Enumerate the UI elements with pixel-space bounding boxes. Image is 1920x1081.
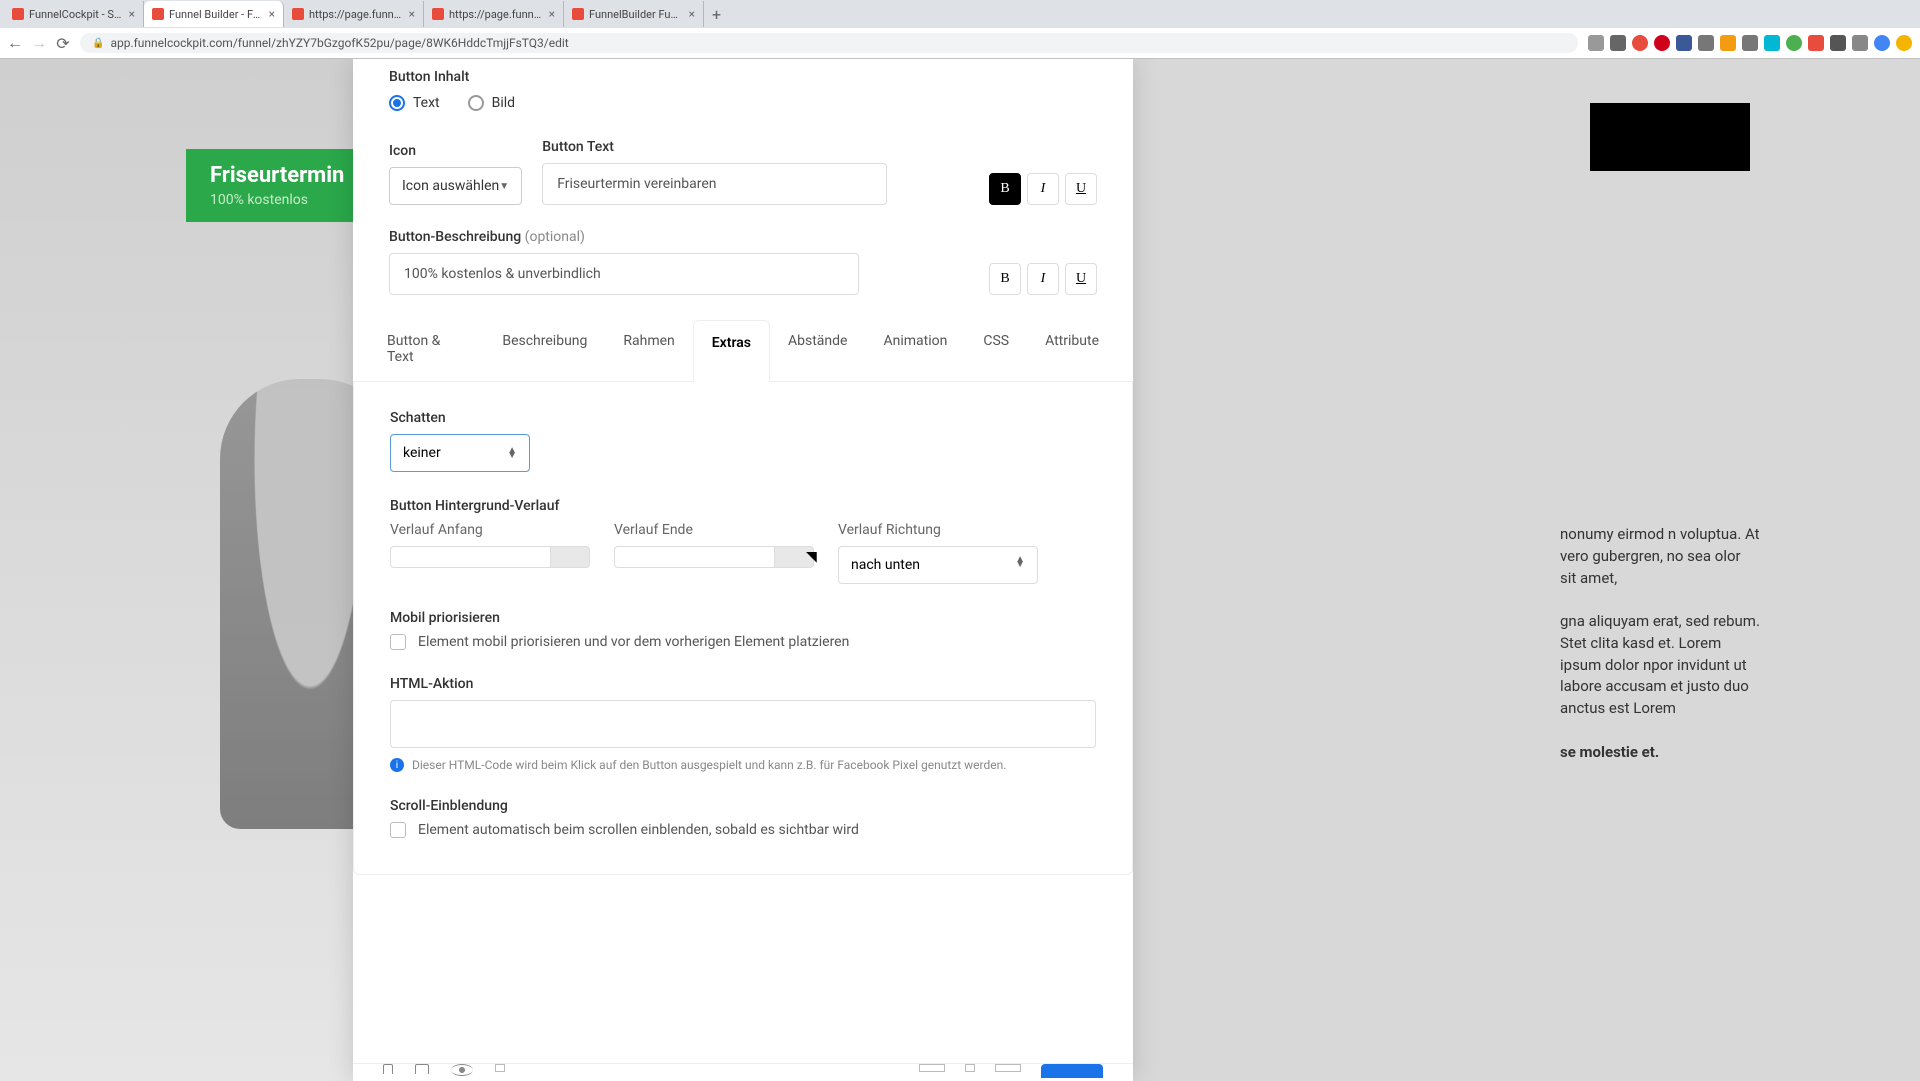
save-button[interactable] [1041, 1064, 1103, 1078]
ext-icon[interactable] [1588, 35, 1604, 51]
mobil-check-label: Element mobil priorisieren und vor dem v… [418, 634, 849, 650]
radio-icon [389, 95, 405, 111]
square-icon[interactable] [495, 1064, 505, 1072]
button-inhalt-label: Button Inhalt [389, 69, 1097, 85]
close-icon[interactable]: × [549, 7, 555, 21]
info-icon: i [390, 758, 404, 772]
mobil-checkbox[interactable] [390, 634, 406, 650]
html-action-input[interactable] [390, 700, 1096, 748]
background-text: nonumy eirmod n voluptua. At vero guberg… [1560, 524, 1760, 763]
gradient-label: Button Hintergrund-Verlauf [390, 498, 1096, 514]
ext-icon[interactable] [1764, 35, 1780, 51]
radio-icon [468, 95, 484, 111]
url-input[interactable]: 🔒app.funnelcockpit.com/funnel/zhYZY7bGzg… [80, 33, 1578, 53]
tab-css[interactable]: CSS [965, 319, 1027, 381]
close-icon[interactable]: × [409, 7, 415, 21]
bold-button[interactable]: B [989, 173, 1021, 205]
lock-icon: 🔒 [92, 38, 104, 49]
ext-icon[interactable] [1874, 35, 1890, 51]
grad-dir-select[interactable]: nach unten ▲▼ [838, 546, 1038, 584]
ext-icon[interactable] [1786, 35, 1802, 51]
reload-icon[interactable]: ⟳ [56, 36, 70, 50]
close-icon[interactable]: × [689, 7, 695, 21]
italic-button[interactable]: I [1027, 263, 1059, 295]
italic-button[interactable]: I [1027, 173, 1059, 205]
grad-start-label: Verlauf Anfang [390, 522, 590, 538]
background-video [1590, 103, 1750, 171]
square-icon[interactable] [965, 1064, 975, 1072]
radio-text[interactable]: Text [389, 95, 440, 111]
ext-icon[interactable] [1830, 35, 1846, 51]
preview-icon[interactable] [451, 1064, 473, 1076]
ext-icon[interactable] [1632, 35, 1648, 51]
underline-button[interactable]: U [1065, 173, 1097, 205]
tab-beschreibung[interactable]: Beschreibung [484, 319, 605, 381]
mobile-icon[interactable] [383, 1064, 393, 1074]
browser-tab[interactable]: FunnelBuilder Funktionen & Ei× [564, 1, 704, 27]
back-icon[interactable]: ← [8, 36, 22, 50]
scroll-label: Scroll-Einblendung [390, 798, 1096, 814]
browser-tab[interactable]: Funnel Builder - FunnelCockpit× [144, 1, 284, 27]
tab-abstaende[interactable]: Abstände [770, 319, 865, 381]
color-swatch[interactable] [550, 546, 590, 568]
mobil-label: Mobil priorisieren [390, 610, 1096, 626]
new-tab-button[interactable]: + [704, 5, 729, 24]
radio-bild[interactable]: Bild [468, 95, 515, 111]
ext-icon[interactable] [1654, 35, 1670, 51]
schatten-select[interactable]: keiner ▲▼ [390, 434, 530, 472]
html-info-text: Dieser HTML-Code wird beim Klick auf den… [412, 758, 1006, 772]
ext-icon[interactable] [1720, 35, 1736, 51]
settings-modal: Button Inhalt Text Bild Icon Icon auswäh… [353, 59, 1133, 1081]
cursor-icon: ◥ [806, 549, 817, 565]
updown-icon: ▲▼ [1015, 557, 1025, 573]
html-action-label: HTML-Aktion [390, 676, 1096, 692]
close-icon[interactable]: × [269, 7, 275, 21]
square-icon[interactable] [919, 1064, 945, 1072]
bold-button[interactable]: B [989, 263, 1021, 295]
tab-button-text[interactable]: Button & Text [369, 319, 484, 381]
chevron-down-icon: ▼ [499, 181, 509, 192]
ext-icon[interactable] [1808, 35, 1824, 51]
ext-icon[interactable] [1852, 35, 1868, 51]
ext-icon[interactable] [1676, 35, 1692, 51]
address-bar: ← → ⟳ 🔒app.funnelcockpit.com/funnel/zhYZ… [0, 28, 1920, 58]
forward-icon[interactable]: → [32, 36, 46, 50]
scroll-checkbox[interactable] [390, 822, 406, 838]
browser-chrome: FunnelCockpit - Splittests, Ma× Funnel B… [0, 0, 1920, 59]
schatten-label: Schatten [390, 410, 1096, 426]
tab-rahmen[interactable]: Rahmen [605, 319, 692, 381]
icon-label: Icon [389, 143, 522, 159]
grad-end-input[interactable] [614, 546, 814, 568]
tab-animation[interactable]: Animation [865, 319, 965, 381]
ext-icon[interactable] [1896, 35, 1912, 51]
ext-icon[interactable] [1742, 35, 1758, 51]
browser-tab[interactable]: https://page.funnelcockpit.co× [284, 1, 424, 27]
grad-start-input[interactable] [390, 546, 590, 568]
tab-extras[interactable]: Extras [693, 320, 770, 382]
underline-button[interactable]: U [1065, 263, 1097, 295]
modal-footer [353, 1063, 1133, 1081]
tablet-icon[interactable] [415, 1064, 429, 1074]
square-icon[interactable] [995, 1064, 1021, 1072]
icon-select[interactable]: Icon auswählen▼ [389, 167, 522, 205]
grad-dir-label: Verlauf Richtung [838, 522, 1038, 538]
description-input[interactable] [389, 253, 859, 295]
close-icon[interactable]: × [129, 7, 135, 21]
ext-icon[interactable] [1610, 35, 1626, 51]
grad-end-label: Verlauf Ende [614, 522, 814, 538]
browser-tabs: FunnelCockpit - Splittests, Ma× Funnel B… [0, 0, 1920, 28]
ext-icon[interactable] [1698, 35, 1714, 51]
button-text-label: Button Text [542, 139, 969, 155]
extensions [1588, 35, 1912, 51]
browser-tab[interactable]: FunnelCockpit - Splittests, Ma× [4, 1, 144, 27]
settings-tabs: Button & Text Beschreibung Rahmen Extras… [353, 319, 1133, 382]
button-text-input[interactable] [542, 163, 887, 205]
tab-attribute[interactable]: Attribute [1027, 319, 1117, 381]
scroll-check-label: Element automatisch beim scrollen einble… [418, 822, 859, 838]
updown-icon: ▲▼ [507, 448, 517, 458]
browser-tab[interactable]: https://page.funnelcockpit.co× [424, 1, 564, 27]
description-label: Button-Beschreibung (optional) [389, 229, 969, 245]
